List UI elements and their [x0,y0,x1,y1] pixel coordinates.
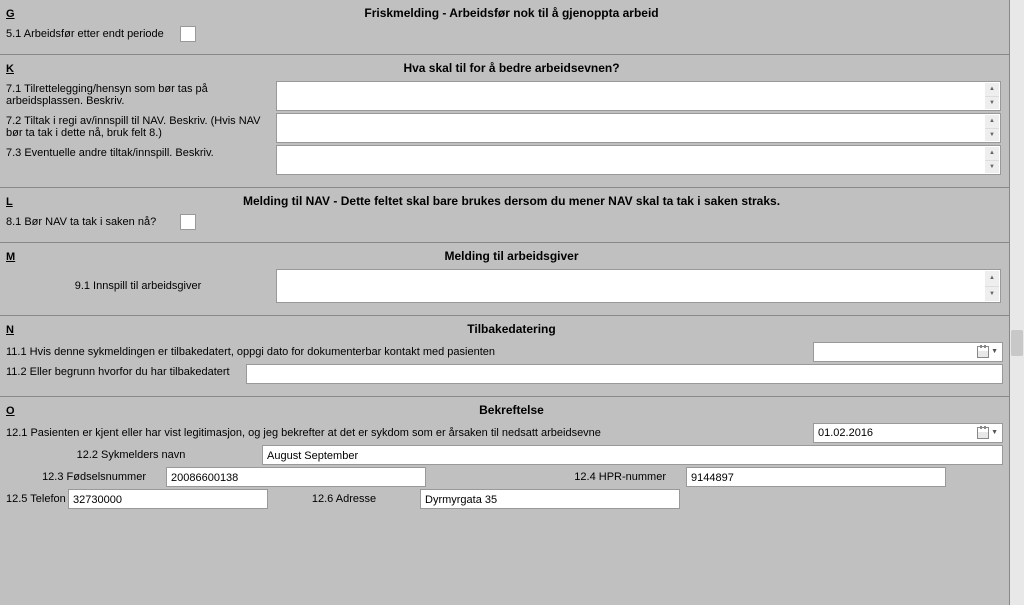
section-o-header: O Bekreftelse [6,403,1003,417]
row-5-1: 5.1 Arbeidsfør etter endt periode [6,26,1003,42]
input-11-2[interactable] [246,364,1003,384]
label-12-6: 12.6 Adresse [274,493,414,505]
section-l-letter: L [6,196,20,208]
spin-up-icon[interactable]: ▲ [985,147,999,160]
section-m-letter: M [6,251,20,263]
row-11-1: 11.1 Hvis denne sykmeldingen er tilbaked… [6,342,1003,362]
spin-up-icon[interactable]: ▲ [985,83,999,96]
checkbox-5-1[interactable] [180,26,196,42]
label-12-3: 12.3 Fødselsnummer [6,471,146,483]
section-o-title-wrap: Bekreftelse [20,403,1003,417]
section-k-letter: K [6,63,20,75]
label-12-5: 12.5 Telefon [6,493,62,505]
date-input-12-1[interactable]: 01.02.2016 ▼ [813,423,1003,443]
scrollbar-thumb[interactable] [1011,330,1023,356]
date-value-12-1: 01.02.2016 [818,425,873,441]
section-o: O Bekreftelse 12.1 Pasienten er kjent el… [0,396,1009,521]
label-5-1: 5.1 Arbeidsfør etter endt periode [6,26,176,42]
label-7-1: 7.1 Tilrettelegging/hensyn som bør tas p… [6,81,276,109]
section-k-title-wrap: Hva skal til for å bedre arbeidsevnen? [20,61,1003,75]
label-7-2: 7.2 Tiltak i regi av/innspill til NAV. B… [6,113,276,141]
input-12-6[interactable]: Dyrmyrgata 35 [420,489,680,509]
input-12-4[interactable]: 9144897 [686,467,946,487]
textarea-9-1[interactable]: ▲ ▼ [276,269,1001,303]
section-n-title: Tilbakedatering [467,322,555,336]
section-m-header: M Melding til arbeidsgiver [6,249,1003,263]
section-m-title: Melding til arbeidsgiver [444,249,578,263]
row-12-2: 12.2 Sykmelders navn August September [6,445,1003,465]
form-area: G Friskmelding - Arbeidsfør nok til å gj… [0,0,1010,605]
textarea-7-2[interactable]: ▲ ▼ [276,113,1001,143]
row-12-3-4: 12.3 Fødselsnummer 20086600138 12.4 HPR-… [6,467,1003,487]
input-12-6-value: Dyrmyrgata 35 [425,494,497,506]
input-12-5[interactable]: 32730000 [68,489,268,509]
label-11-2: 11.2 Eller begrunn hvorfor du har tilbak… [6,364,246,380]
label-12-1: 12.1 Pasienten er kjent eller har vist l… [6,427,801,439]
label-11-1: 11.1 Hvis denne sykmeldingen er tilbaked… [6,346,801,358]
section-l: L Melding til NAV - Dette feltet skal ba… [0,187,1009,242]
input-12-3-value: 20086600138 [171,472,238,484]
spin-up-icon[interactable]: ▲ [985,271,999,286]
row-7-1: 7.1 Tilrettelegging/hensyn som bør tas p… [6,81,1003,111]
section-g-header: G Friskmelding - Arbeidsfør nok til å gj… [6,6,1003,20]
spinner-9-1[interactable]: ▲ ▼ [985,271,999,301]
page-root: G Friskmelding - Arbeidsfør nok til å gj… [0,0,1024,605]
section-l-header: L Melding til NAV - Dette feltet skal ba… [6,194,1003,208]
input-12-4-value: 9144897 [691,472,734,484]
label-12-2: 12.2 Sykmelders navn [6,449,256,461]
section-o-letter: O [6,405,20,417]
section-n-letter: N [6,324,20,336]
calendar-icon [977,346,989,358]
row-9-1: 9.1 Innspill til arbeidsgiver ▲ ▼ [6,269,1003,303]
section-m-title-wrap: Melding til arbeidsgiver [20,249,1003,263]
input-12-3[interactable]: 20086600138 [166,467,426,487]
spin-down-icon[interactable]: ▼ [985,96,999,110]
row-8-1: 8.1 Bør NAV ta tak i saken nå? [6,214,1003,230]
section-l-title: Melding til NAV - Dette feltet skal bare… [243,194,780,208]
section-n-header: N Tilbakedatering [6,322,1003,336]
row-7-3: 7.3 Eventuelle andre tiltak/innspill. Be… [6,145,1003,175]
section-g-letter: G [6,8,20,20]
spinner-7-1[interactable]: ▲ ▼ [985,83,999,109]
date-input-11-1[interactable]: ▼ [813,342,1003,362]
textarea-7-1[interactable]: ▲ ▼ [276,81,1001,111]
spin-down-icon[interactable]: ▼ [985,160,999,174]
section-k-title: Hva skal til for å bedre arbeidsevnen? [403,61,619,75]
section-g-title: Friskmelding - Arbeidsfør nok til å gjen… [364,6,658,20]
section-g: G Friskmelding - Arbeidsfør nok til å gj… [0,0,1009,54]
textarea-7-3[interactable]: ▲ ▼ [276,145,1001,175]
calendar-trigger-11-1[interactable]: ▼ [977,344,998,360]
section-k-header: K Hva skal til for å bedre arbeidsevnen? [6,61,1003,75]
input-12-2[interactable]: August September [262,445,1003,465]
row-7-2: 7.2 Tiltak i regi av/innspill til NAV. B… [6,113,1003,143]
section-m: M Melding til arbeidsgiver 9.1 Innspill … [0,242,1009,315]
spinner-7-2[interactable]: ▲ ▼ [985,115,999,141]
vertical-scrollbar[interactable] [1010,0,1024,605]
input-12-2-value: August September [267,450,358,462]
label-7-3: 7.3 Eventuelle andre tiltak/innspill. Be… [6,145,276,161]
spin-down-icon[interactable]: ▼ [985,286,999,302]
section-o-title: Bekreftelse [479,403,544,417]
checkbox-8-1[interactable] [180,214,196,230]
section-n-title-wrap: Tilbakedatering [20,322,1003,336]
calendar-trigger-12-1[interactable]: ▼ [977,425,998,441]
section-l-title-wrap: Melding til NAV - Dette feltet skal bare… [20,194,1003,208]
spin-down-icon[interactable]: ▼ [985,128,999,142]
chevron-down-icon: ▼ [991,425,998,441]
section-k: K Hva skal til for å bedre arbeidsevnen?… [0,54,1009,187]
section-n: N Tilbakedatering 11.1 Hvis denne sykmel… [0,315,1009,396]
label-12-4: 12.4 HPR-nummer [446,471,666,483]
input-12-5-value: 32730000 [73,494,122,506]
chevron-down-icon: ▼ [991,344,998,360]
spin-up-icon[interactable]: ▲ [985,115,999,128]
section-g-title-wrap: Friskmelding - Arbeidsfør nok til å gjen… [20,6,1003,20]
calendar-icon [977,427,989,439]
row-12-5-6: 12.5 Telefon 32730000 12.6 Adresse Dyrmy… [6,489,1003,509]
row-12-1: 12.1 Pasienten er kjent eller har vist l… [6,423,1003,443]
label-9-1: 9.1 Innspill til arbeidsgiver [6,278,276,294]
label-8-1: 8.1 Bør NAV ta tak i saken nå? [6,214,176,230]
row-11-2: 11.2 Eller begrunn hvorfor du har tilbak… [6,364,1003,384]
spinner-7-3[interactable]: ▲ ▼ [985,147,999,173]
